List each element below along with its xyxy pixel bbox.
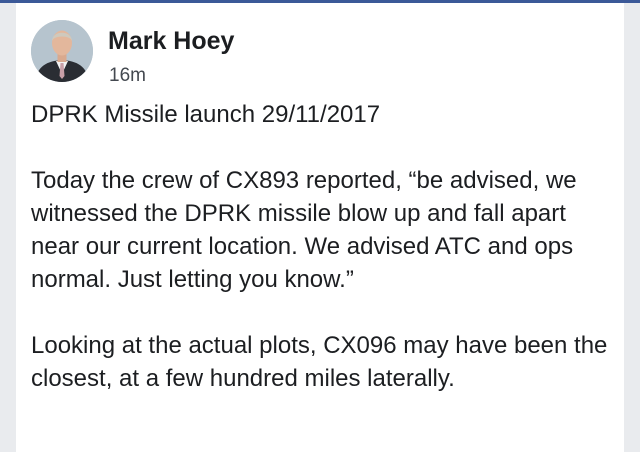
post-paragraph: DPRK Missile launch 29/11/2017: [31, 101, 381, 128]
post-paragraph: Today the crew of CX893 reported, “be ad…: [31, 167, 577, 293]
author-name[interactable]: Mark Hoey: [108, 27, 234, 56]
post-body: DPRK Missile launch 29/11/2017 Today the…: [31, 98, 616, 395]
profile-photo-icon: [31, 20, 93, 82]
post-paragraph: Looking at the actual plots, CX096 may h…: [31, 332, 608, 392]
avatar[interactable]: [31, 20, 93, 82]
post-card: Mark Hoey 16m DPRK Missile launch 29/11/…: [16, 3, 624, 452]
post-timestamp[interactable]: 16m: [109, 65, 146, 87]
